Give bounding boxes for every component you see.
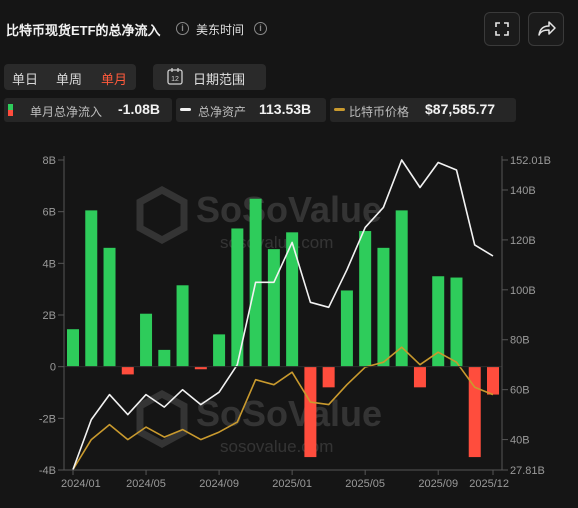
x-tick-label: 2024/09 <box>199 478 239 490</box>
share-icon <box>538 21 556 36</box>
left-tick-label: -2B <box>39 413 56 425</box>
period-monthly-tab[interactable]: 单月 <box>101 69 127 88</box>
flow-bar <box>304 366 317 458</box>
date-range-label: 日期范围 <box>193 72 246 87</box>
legend-assets-value: 113.53B <box>259 101 312 117</box>
flow-bar <box>450 277 463 367</box>
x-tick-label: 2024/01 <box>61 478 101 490</box>
flow-bar <box>267 249 280 367</box>
flow-bar <box>487 366 499 395</box>
flow-bar <box>67 329 79 367</box>
calendar-day: 12 <box>171 76 179 83</box>
x-tick-label: 2024/05 <box>126 478 166 490</box>
flow-bar <box>176 285 189 367</box>
flow-chart: SoSoValuesosovalue.comSoSoValuesosovalue… <box>39 155 551 490</box>
left-tick-label: -4B <box>39 465 56 477</box>
watermark-brand: SoSoValue <box>196 393 382 434</box>
x-tick-label: 2025/01 <box>272 478 312 490</box>
assets-line-icon <box>180 108 191 111</box>
right-tick-label: 140B <box>510 185 536 197</box>
timezone-label: 美东时间 <box>196 23 245 37</box>
right-tick-label: 152.01B <box>510 155 551 167</box>
info-icon[interactable]: i <box>176 22 189 35</box>
legend-assets-label: 总净资产 <box>198 105 247 119</box>
period-weekly-tab[interactable]: 单周 <box>56 69 82 88</box>
right-tick-label: 40B <box>510 435 530 447</box>
right-tick-label: 60B <box>510 385 530 397</box>
price-line-icon <box>334 108 345 111</box>
period-daily-tab[interactable]: 单日 <box>12 69 38 88</box>
toolbar: 单日 单周 单月 12 日期范围 <box>0 64 578 92</box>
legend-price[interactable]: 比特币价格 $87,585.77 <box>330 98 516 122</box>
watermark-logo: SoSoValuesosovalue.com <box>136 390 382 456</box>
x-tick-label: 2025/09 <box>418 478 458 490</box>
flow-bar <box>413 366 426 388</box>
legend-flow-label: 单月总净流入 <box>30 105 103 119</box>
fullscreen-button[interactable] <box>484 12 520 46</box>
flow-swatch-icon <box>8 104 13 116</box>
flow-bar <box>103 247 116 367</box>
date-range-button[interactable]: 12 日期范围 <box>153 64 266 90</box>
legend-assets[interactable]: 总净资产 113.53B <box>176 98 326 122</box>
right-tick-label: 120B <box>510 235 536 247</box>
left-tick-label: 0 <box>50 362 56 374</box>
legend-price-value: $87,585.77 <box>425 101 496 117</box>
left-tick-label: 6B <box>43 207 56 219</box>
flow-bar <box>213 334 226 367</box>
flow-bar <box>140 313 153 367</box>
flow-bar <box>85 210 98 367</box>
left-tick-label: 8B <box>43 155 56 167</box>
legend-flow-value: -1.08B <box>118 101 161 117</box>
flow-bar <box>377 247 390 367</box>
flow-bar <box>121 366 134 375</box>
legend: 单月总净流入 -1.08B 总净资产 113.53B 比特币价格 $87,585… <box>0 98 578 124</box>
x-tick-label: 2025/05 <box>345 478 385 490</box>
x-tick-label: 2025/12 <box>469 478 509 490</box>
page-title: 比特币现货ETF的总净流入 <box>6 23 161 38</box>
flow-bar <box>395 210 408 367</box>
timezone-info-icon[interactable]: i <box>254 22 267 35</box>
watermark-logo-icon <box>136 186 188 244</box>
right-tick-label: 100B <box>510 285 536 297</box>
period-selector: 单日 单周 单月 <box>4 64 136 90</box>
share-button[interactable] <box>528 12 564 46</box>
flow-bar <box>322 366 335 388</box>
legend-flow[interactable]: 单月总净流入 -1.08B <box>4 98 172 122</box>
right-tick-label: 80B <box>510 335 530 347</box>
left-tick-label: 2B <box>43 310 56 322</box>
fullscreen-icon <box>495 22 509 36</box>
left-tick-label: 4B <box>43 258 56 270</box>
right-tick-label: 27.81B <box>510 465 545 477</box>
watermark-brand: SoSoValue <box>196 189 382 230</box>
flow-bar <box>340 290 353 367</box>
flow-bar <box>359 231 372 367</box>
legend-price-label: 比特币价格 <box>349 105 410 119</box>
calendar-icon: 12 <box>167 68 183 85</box>
header: 比特币现货ETF的总净流入 i 美东时间 i <box>0 0 578 58</box>
flow-bar <box>158 349 171 367</box>
